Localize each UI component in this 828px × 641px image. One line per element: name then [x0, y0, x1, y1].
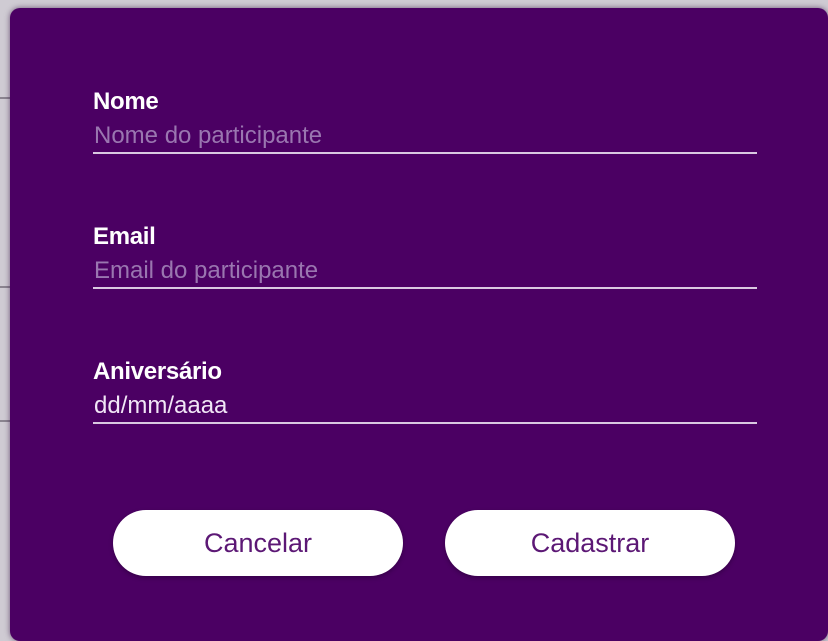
name-label: Nome [93, 88, 159, 115]
email-input[interactable] [93, 255, 757, 289]
name-input[interactable] [93, 120, 757, 154]
register-button[interactable]: Cadastrar [445, 510, 735, 576]
register-participant-modal: Nome Email Aniversário Cancelar Cadastra… [10, 8, 828, 641]
email-label: Email [93, 223, 156, 250]
name-field-group: Nome [93, 88, 757, 154]
birthday-date-input[interactable] [93, 390, 757, 424]
cancel-button[interactable]: Cancelar [113, 510, 403, 576]
birthday-field-group: Aniversário [93, 358, 757, 424]
email-field-group: Email [93, 223, 757, 289]
birthday-label: Aniversário [93, 358, 222, 385]
